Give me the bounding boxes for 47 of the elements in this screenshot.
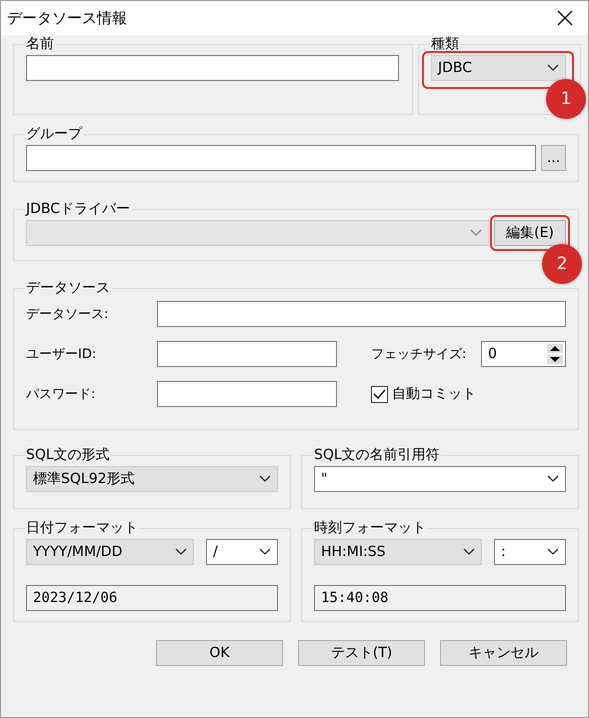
group-label: データソース (25, 279, 111, 297)
group-label: グループ (25, 125, 83, 143)
preview-field: 15:40:08 (314, 585, 566, 611)
field-label: データソース: (26, 306, 110, 323)
sql-format-dropdown[interactable]: 標準SQL92形式 (26, 466, 278, 492)
group-field[interactable] (26, 145, 536, 171)
dialog-button[interactable]: テスト(T) (298, 640, 425, 666)
user-id-field[interactable] (157, 341, 337, 367)
name-field[interactable] (26, 55, 399, 81)
password-field[interactable] (157, 381, 337, 407)
chevron-down-icon (259, 475, 271, 483)
datasource-field[interactable] (157, 301, 566, 327)
checkbox-label: 自動コミット (392, 385, 476, 403)
group-label: 時刻フォーマット (313, 519, 427, 537)
group-label: 名前 (25, 35, 55, 53)
field-label: パスワード: (26, 386, 96, 403)
window-title: データソース情報 (7, 8, 127, 28)
browse-button[interactable]: ... (541, 145, 566, 171)
quote-dropdown[interactable]: " (314, 466, 566, 492)
chevron-down-icon (463, 548, 475, 556)
chevron-down-icon (547, 548, 559, 556)
separator-dropdown[interactable]: / (206, 539, 278, 565)
field-label: フェッチサイズ: (371, 346, 468, 363)
group-label: 種類 (430, 35, 460, 53)
chevron-down-icon (470, 229, 482, 237)
time-dropdown[interactable]: HH:MI:SS (314, 539, 482, 565)
step-badge: 2 (542, 244, 582, 284)
close-icon (556, 9, 574, 27)
spinner-arrows-icon (547, 344, 563, 364)
date-dropdown[interactable]: YYYY/MM/DD (26, 539, 194, 565)
dialog-button[interactable]: OK (156, 640, 283, 666)
preview-field: 2023/12/06 (26, 585, 278, 611)
group-label: SQL文の形式 (25, 446, 111, 464)
group-label: JDBCドライバー (25, 200, 132, 218)
chevron-down-icon (259, 548, 271, 556)
type-dropdown[interactable]: JDBC (431, 55, 566, 81)
chevron-down-icon (547, 64, 559, 72)
fetch-size-spinner[interactable]: 0 (481, 341, 566, 367)
step-badge: 1 (546, 79, 586, 119)
checkbox[interactable] (371, 386, 388, 402)
group-label: 日付フォーマット (25, 519, 139, 537)
chevron-down-icon (175, 548, 187, 556)
group-label: SQL文の名前引用符 (313, 446, 441, 464)
dialog-button[interactable]: キャンセル (440, 640, 567, 666)
separator-dropdown[interactable]: : (494, 539, 566, 565)
field-label: ユーザーID: (26, 346, 98, 363)
chevron-down-icon (547, 475, 559, 483)
